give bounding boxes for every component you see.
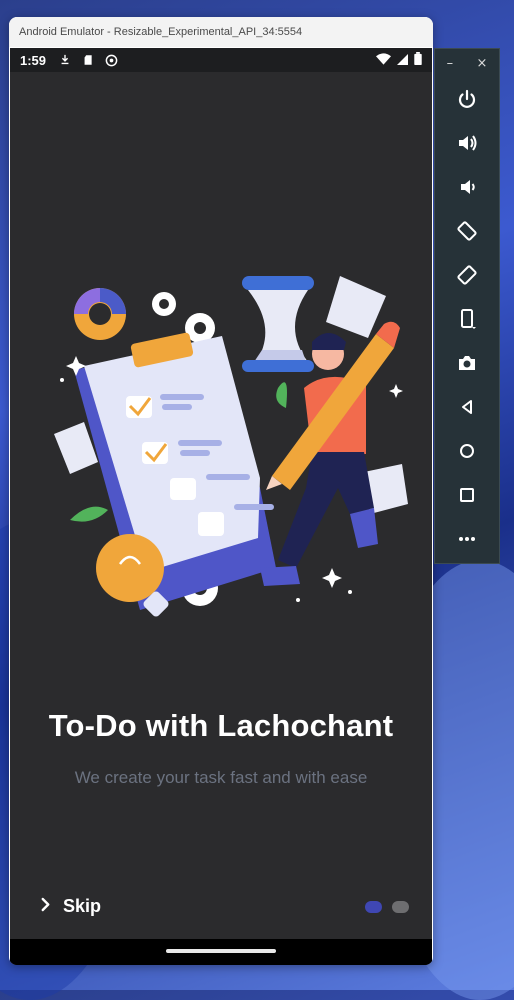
battery-icon	[414, 52, 422, 68]
window-titlebar[interactable]: Android Emulator - Resizable_Experimenta…	[9, 17, 433, 47]
window-title: Android Emulator - Resizable_Experimenta…	[19, 26, 303, 38]
emulator-window: Android Emulator - Resizable_Experimenta…	[9, 17, 433, 965]
screenshot-button[interactable]	[435, 341, 499, 385]
onboarding-illustration	[54, 276, 408, 617]
close-button[interactable]: ×	[476, 56, 487, 71]
sync-icon	[104, 53, 118, 67]
status-time: 1:59	[20, 52, 47, 68]
status-bar: 1:59	[10, 48, 432, 72]
page-indicator	[365, 901, 409, 913]
emulator-toolbar: – ×	[434, 48, 500, 564]
home-button[interactable]	[435, 429, 499, 473]
fold-icon	[461, 309, 476, 329]
hourglass-icon	[242, 276, 314, 372]
minimize-button[interactable]: –	[447, 56, 454, 71]
gesture-handle[interactable]	[166, 949, 276, 953]
leaf-icon	[276, 382, 287, 408]
more-icon	[459, 537, 475, 541]
toolbar-window-controls: – ×	[435, 49, 499, 77]
gesture-navbar	[10, 939, 432, 965]
page-dot-inactive[interactable]	[392, 901, 409, 913]
rotate-right-button[interactable]	[435, 253, 499, 297]
overview-icon	[460, 488, 474, 502]
skip-button[interactable]: Skip	[40, 896, 101, 917]
skip-label: Skip	[63, 896, 102, 916]
power-button[interactable]	[435, 77, 499, 121]
phone-screen: 1:59 To-Do with Lachochant We create you…	[10, 48, 432, 965]
rotate-left-button[interactable]	[435, 209, 499, 253]
rotate-right-icon	[457, 265, 477, 285]
power-icon	[458, 89, 476, 108]
back-button[interactable]	[435, 385, 499, 429]
volume-up-button[interactable]	[435, 121, 499, 165]
donut-chart-icon	[74, 288, 126, 340]
more-button[interactable]	[435, 517, 499, 561]
camera-icon	[459, 356, 475, 370]
sd-card-icon	[81, 53, 95, 67]
volume-up-icon	[459, 135, 477, 151]
signal-icon	[397, 53, 408, 68]
leaf-icon	[70, 506, 108, 522]
rotate-left-icon	[457, 221, 477, 241]
wifi-icon	[376, 52, 391, 68]
chevron-right-icon	[40, 896, 51, 917]
back-icon	[462, 400, 472, 414]
volume-down-button[interactable]	[435, 165, 499, 209]
home-icon	[460, 444, 474, 458]
download-icon	[58, 53, 72, 67]
volume-down-icon	[461, 180, 475, 194]
paper-sheet-icon	[326, 276, 386, 338]
onboarding-subtitle: We create your task fast and with ease	[74, 768, 368, 787]
fold-button[interactable]	[435, 297, 499, 341]
page-dot-active[interactable]	[365, 901, 382, 913]
overview-button[interactable]	[435, 473, 499, 517]
onboarding-title: To-Do with Lachochant	[48, 708, 394, 743]
